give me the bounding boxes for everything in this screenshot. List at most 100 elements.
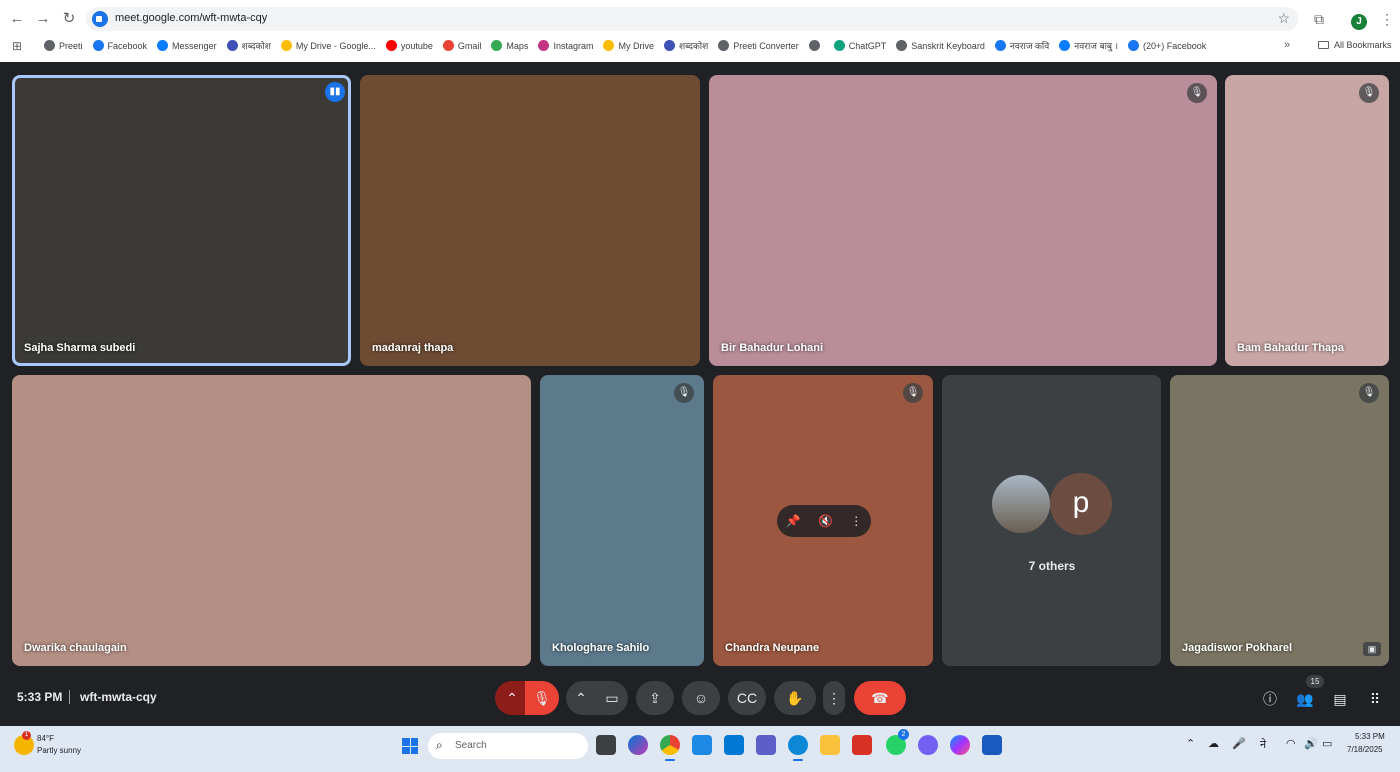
raise-hand-button[interactable]: ✋ bbox=[774, 681, 816, 715]
people-icon[interactable]: 👥 bbox=[1295, 689, 1315, 709]
participant-tile[interactable]: 🎙 📌 🔇 ⋮ Chandra Neupane bbox=[713, 375, 933, 666]
word-icon[interactable] bbox=[982, 735, 1002, 755]
bookmark-label: Maps bbox=[506, 40, 529, 51]
mic-off-icon: 🎙 bbox=[1359, 383, 1379, 403]
browser-menu-icon[interactable]: ⋮ bbox=[1380, 11, 1394, 28]
leave-call-button[interactable]: ☎ bbox=[854, 681, 906, 715]
weather-desc[interactable]: Partly sunny bbox=[37, 746, 81, 755]
bookmark-item[interactable]: My Drive bbox=[603, 39, 654, 52]
bookmark-item[interactable]: Preeti bbox=[44, 39, 83, 52]
participant-tile[interactable]: madanraj thapa bbox=[360, 75, 700, 366]
chrome-icon[interactable] bbox=[660, 735, 680, 761]
participant-name: Chandra Neupane bbox=[725, 642, 820, 654]
wifi-icon[interactable]: ◠ bbox=[1286, 737, 1296, 750]
chat-icon[interactable]: ▤ bbox=[1330, 689, 1350, 709]
mcafee-icon[interactable] bbox=[852, 735, 872, 755]
messenger-icon[interactable] bbox=[950, 735, 970, 755]
bookmark-favicon-icon bbox=[663, 40, 675, 51]
profile-avatar[interactable]: J bbox=[1351, 14, 1367, 30]
participant-tile[interactable]: 🎙 Jagadiswor Pokharel ▣ bbox=[1170, 375, 1389, 666]
present-screen-button[interactable]: ⇪ bbox=[636, 681, 674, 715]
meeting-details-icon[interactable]: ⓘ bbox=[1260, 689, 1280, 709]
taskbar: 1 84°F Partly sunny ⌕ Search 2 ⌃ ☁ 🎤 ने … bbox=[0, 726, 1400, 772]
battery-icon[interactable]: ▭ bbox=[1322, 737, 1332, 750]
bookmark-item[interactable]: Maps bbox=[491, 39, 528, 52]
participant-tile[interactable]: 🎙 Khologhare Sahilo bbox=[540, 375, 704, 666]
more-options-icon[interactable]: ⋮ bbox=[850, 514, 862, 528]
bookmark-item[interactable]: Instagram bbox=[538, 39, 593, 52]
participant-tile[interactable]: 🎙 Bir Bahadur Lohani bbox=[709, 75, 1217, 366]
picture-in-picture-icon[interactable]: ▣ bbox=[1363, 642, 1381, 656]
bookmark-item[interactable]: ChatGPT bbox=[833, 39, 887, 52]
bookmark-item[interactable]: My Drive - Google... bbox=[280, 39, 376, 52]
forward-icon[interactable]: → bbox=[32, 8, 54, 30]
microphone-icon[interactable]: 🎤 bbox=[1232, 737, 1246, 750]
bookmark-item[interactable]: Facebook bbox=[92, 39, 148, 52]
onedrive-icon[interactable]: ☁ bbox=[1208, 737, 1219, 750]
bookmark-item[interactable]: शब्दकोश bbox=[226, 39, 271, 52]
viber-icon[interactable] bbox=[918, 735, 938, 755]
bookmark-item[interactable]: Messenger bbox=[157, 39, 217, 52]
reload-icon[interactable]: ↻ bbox=[58, 8, 80, 30]
mute-participant-icon[interactable]: 🔇 bbox=[818, 514, 833, 528]
all-bookmarks-button[interactable]: All Bookmarks bbox=[1318, 40, 1392, 50]
show-hidden-icons-chevron-icon[interactable]: ⌃ bbox=[1186, 737, 1195, 750]
bookmark-item[interactable] bbox=[808, 39, 824, 52]
weather-alert-badge: 1 bbox=[22, 731, 31, 740]
teams-icon[interactable] bbox=[756, 735, 776, 755]
store-icon[interactable] bbox=[692, 735, 712, 755]
apps-grid-icon[interactable]: ⊞ bbox=[12, 39, 22, 53]
bookmark-favicon-icon bbox=[994, 40, 1006, 51]
file-explorer-icon[interactable] bbox=[820, 735, 840, 755]
bookmark-favicon-icon bbox=[226, 40, 238, 51]
video-options-chevron-icon[interactable]: ⌃ bbox=[566, 681, 596, 715]
start-menu-icon[interactable] bbox=[402, 738, 418, 754]
bookmark-item[interactable]: Sanskrit Keyboard bbox=[896, 39, 985, 52]
bookmark-favicon-icon bbox=[280, 40, 292, 51]
pin-icon[interactable]: 📌 bbox=[786, 514, 801, 528]
edge-icon[interactable] bbox=[788, 735, 808, 761]
bookmark-item[interactable]: youtube bbox=[385, 39, 433, 52]
more-options-button[interactable]: ⋮ bbox=[823, 681, 845, 715]
bookmark-label: Facebook bbox=[107, 40, 148, 51]
folder-icon bbox=[1318, 41, 1329, 49]
taskbar-date[interactable]: 7/18/2025 bbox=[1347, 745, 1383, 754]
bookmark-item[interactable]: Gmail bbox=[442, 39, 481, 52]
more-bookmarks-chevron-icon[interactable]: » bbox=[1284, 39, 1290, 51]
participant-name: Sajha Sharma subedi bbox=[24, 342, 136, 354]
others-tile[interactable]: p 7 others bbox=[942, 375, 1161, 666]
captions-button[interactable]: CC bbox=[728, 681, 766, 715]
taskbar-search[interactable]: ⌕ Search bbox=[428, 733, 588, 759]
bookmark-label: My Drive bbox=[618, 40, 654, 51]
bookmark-item[interactable]: (20+) Facebook bbox=[1127, 39, 1206, 52]
bookmark-label: ChatGPT bbox=[848, 40, 887, 51]
url-text[interactable]: meet.google.com/wft-mwta-cqy bbox=[115, 12, 267, 24]
bookmark-favicon-icon bbox=[718, 40, 730, 51]
bookmark-item[interactable]: Preeti Converter bbox=[718, 39, 799, 52]
bookmark-favicon-icon bbox=[1127, 40, 1139, 51]
outlook-icon[interactable] bbox=[724, 735, 744, 755]
taskbar-time[interactable]: 5:33 PM bbox=[1355, 732, 1385, 741]
emoji-reactions-button[interactable]: ☺ bbox=[682, 681, 720, 715]
back-icon[interactable]: ← bbox=[6, 8, 28, 30]
input-language-indicator[interactable]: ने bbox=[1260, 737, 1266, 752]
address-bar[interactable]: meet.google.com/wft-mwta-cqy ☆ bbox=[86, 7, 1298, 31]
participant-tile[interactable]: Dwarika chaulagain bbox=[12, 375, 531, 666]
bookmark-item[interactable]: नवराज बाबु । bbox=[1059, 39, 1118, 52]
participant-tile[interactable]: ▮▮ Sajha Sharma subedi bbox=[12, 75, 351, 366]
activities-icon[interactable]: ⠿ bbox=[1365, 689, 1385, 709]
bookmark-star-icon[interactable]: ☆ bbox=[1277, 10, 1290, 27]
mic-off-button[interactable]: 🎙 bbox=[525, 681, 559, 715]
task-view-icon[interactable] bbox=[596, 735, 616, 755]
bookmark-item[interactable]: नवराज कवि bbox=[994, 39, 1049, 52]
bookmark-label: नवराज बाबु । bbox=[1074, 41, 1118, 51]
copilot-icon[interactable] bbox=[628, 735, 648, 755]
bookmark-favicon-icon bbox=[1059, 40, 1071, 51]
extensions-icon[interactable]: ⧉ bbox=[1314, 11, 1324, 28]
weather-temp[interactable]: 84°F bbox=[37, 734, 54, 743]
participant-tile[interactable]: 🎙 Bam Bahadur Thapa bbox=[1225, 75, 1389, 366]
audio-options-chevron-icon[interactable]: ⌃ bbox=[495, 681, 529, 715]
camera-button[interactable]: ▭ bbox=[596, 681, 628, 715]
bookmark-item[interactable]: शब्दकोश bbox=[663, 39, 708, 52]
volume-icon[interactable]: 🔊 bbox=[1304, 737, 1318, 750]
